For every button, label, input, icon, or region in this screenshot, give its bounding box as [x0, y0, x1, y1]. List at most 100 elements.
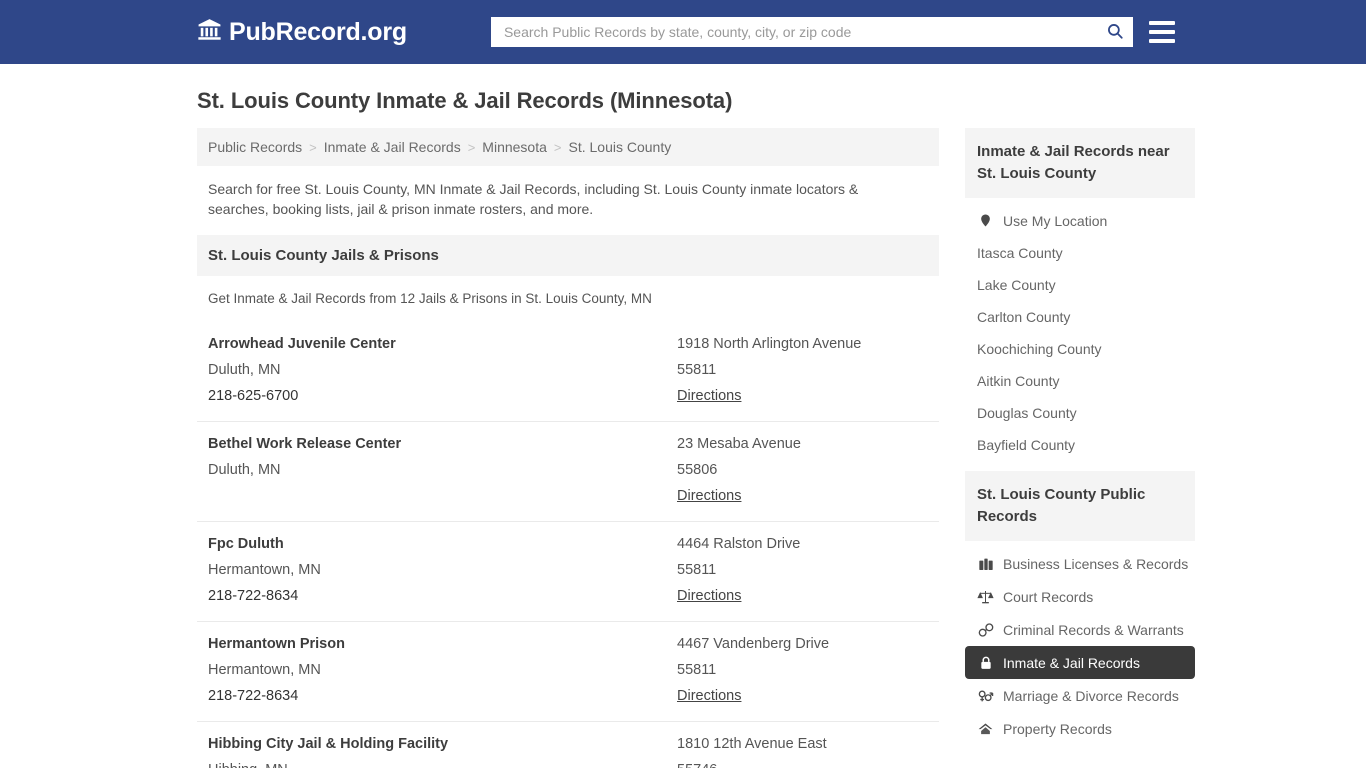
lock-icon [977, 654, 994, 671]
site-logo[interactable]: PubRecord.org [197, 17, 407, 47]
page-container: St. Louis County Inmate & Jail Records (… [0, 64, 1366, 768]
sidebar-item-label: Koochiching County [977, 341, 1102, 357]
facility-row: Bethel Work Release Center Duluth, MN 23 M… [197, 422, 939, 522]
record-category-link[interactable]: Marriage & Divorce Records [965, 679, 1195, 712]
facility-city-state: Hermantown, MN [208, 662, 321, 678]
hamburger-icon[interactable] [1148, 21, 1175, 43]
facility-zip: 55811 [677, 562, 717, 578]
house-icon [977, 720, 994, 737]
nearby-county-list: Use My Location Itasca County Lake County C… [965, 198, 1195, 463]
facility-name[interactable]: Arrowhead Juvenile Center [208, 331, 677, 357]
breadcrumb-separator: > [467, 139, 476, 155]
gender-icon [977, 687, 994, 704]
jails-section-subtitle: Get Inmate & Jail Records from 12 Jails … [208, 291, 652, 306]
search-icon [1106, 22, 1124, 43]
directions-link[interactable]: Directions [677, 383, 741, 409]
hamburger-bar [1148, 39, 1175, 43]
facility-city-state: Hermantown, MN [208, 562, 321, 578]
facility-zip: 55811 [677, 662, 717, 678]
hamburger-bar [1148, 30, 1175, 34]
directions-link[interactable]: Directions [677, 483, 741, 509]
record-category-link[interactable]: Property Records [965, 712, 1195, 745]
breadcrumb-item[interactable]: Minnesota [482, 139, 547, 155]
facility-row: Hermantown Prison Hermantown, MN 218-722-8… [197, 622, 939, 722]
header-search-area [490, 17, 1175, 47]
record-category-link[interactable]: Criminal Records & Warrants [965, 613, 1195, 646]
site-header: PubRecord.org [0, 0, 1366, 64]
nearby-county-link[interactable]: Lake County [965, 269, 1195, 301]
briefcase-icon [977, 555, 994, 572]
facility-info: Arrowhead Juvenile Center Duluth, MN 218-6… [208, 331, 677, 409]
facility-city-state: Duluth, MN [208, 362, 281, 378]
facility-info: Hibbing City Jail & Holding FacilityHibb… [208, 731, 677, 768]
facility-name[interactable]: Hermantown Prison [208, 631, 677, 657]
sidebar-item-label: Itasca County [977, 245, 1063, 261]
nearby-county-link[interactable]: Douglas County [965, 397, 1195, 429]
facility-row: Arrowhead Juvenile Center Duluth, MN 218-6… [197, 322, 939, 422]
scales-icon [977, 588, 994, 605]
record-category-link[interactable]: Business Licenses & Records [965, 547, 1195, 580]
facility-info: Hermantown Prison Hermantown, MN 218-722-8… [208, 631, 677, 709]
sidebar-item-label: Property Records [1003, 720, 1112, 737]
content-columns: Public Records > Inmate & Jail Records > Min… [197, 128, 1195, 768]
facility-address: 23 Mesaba Avenue [677, 436, 801, 452]
sidebar-item-label: Business Licenses & Records [1003, 555, 1189, 572]
main-content: Public Records > Inmate & Jail Records > Min… [197, 128, 939, 768]
facility-address: 4464 Ralston Drive [677, 536, 801, 552]
facility-zip: 55806 [677, 462, 718, 478]
page-intro: Search for free St. Louis County, MN Inm… [208, 181, 859, 217]
sidebar-item-label: Douglas County [977, 405, 1077, 421]
map-pin-icon [977, 212, 994, 229]
record-category-link[interactable]: Court Records [965, 580, 1195, 613]
nearby-panel-title: Inmate & Jail Records near St. Louis Cou… [965, 128, 1195, 198]
directions-link[interactable]: Directions [677, 683, 741, 709]
records-panel-title: St. Louis County Public Records [965, 471, 1195, 541]
breadcrumb-item[interactable]: Inmate & Jail Records [324, 139, 461, 155]
record-category-link[interactable]: Inmate & Jail Records [965, 646, 1195, 679]
nearby-county-link[interactable]: Bayfield County [965, 429, 1195, 461]
use-my-location-link[interactable]: Use My Location [965, 204, 1195, 237]
nearby-county-link[interactable]: Itasca County [965, 237, 1195, 269]
directions-link[interactable]: Directions [677, 583, 741, 609]
sidebar-item-label: Lake County [977, 277, 1056, 293]
nearby-county-link[interactable]: Carlton County [965, 301, 1195, 333]
facility-list: Arrowhead Juvenile Center Duluth, MN 218-6… [197, 322, 939, 768]
breadcrumb-item[interactable]: St. Louis County [568, 139, 671, 155]
facility-address: 1918 North Arlington Avenue [677, 336, 862, 352]
public-records-list: Business Licenses & Records Court Records… [965, 541, 1195, 747]
facility-name[interactable]: Hibbing City Jail & Holding Facility [208, 731, 677, 757]
facility-phone[interactable]: 218-722-8634 [208, 583, 677, 609]
page-title: St. Louis County Inmate & Jail Records (… [197, 88, 733, 113]
facility-name[interactable]: Fpc Duluth [208, 531, 677, 557]
sidebar-item-label: Criminal Records & Warrants [1003, 621, 1184, 638]
nearby-county-link[interactable]: Aitkin County [965, 365, 1195, 397]
search-box[interactable] [490, 17, 1133, 47]
breadcrumb-item[interactable]: Public Records [208, 139, 302, 155]
sidebar-item-label: Carlton County [977, 309, 1071, 325]
sidebar-item-label: Court Records [1003, 588, 1094, 605]
nearby-county-link[interactable]: Koochiching County [965, 333, 1195, 365]
facility-address-block: 4464 Ralston Drive 55811 Directions [677, 531, 928, 609]
facility-info: Fpc Duluth Hermantown, MN 218-722-8634 [208, 531, 677, 609]
breadcrumb: Public Records > Inmate & Jail Records > Min… [197, 128, 939, 166]
facility-zip: 55746 [677, 757, 928, 768]
bank-icon [197, 17, 222, 47]
site-logo-text: PubRecord.org [229, 17, 407, 46]
facility-phone[interactable]: 218-625-6700 [208, 383, 677, 409]
facility-city-state: Hibbing, MN [208, 757, 677, 768]
facility-address: 4467 Vandenberg Drive [677, 636, 830, 652]
facility-name[interactable]: Bethel Work Release Center [208, 431, 677, 457]
sidebar-item-label: Marriage & Divorce Records [1003, 687, 1179, 704]
sidebar-item-label: Inmate & Jail Records [1003, 654, 1140, 671]
facility-address-block: 4467 Vandenberg Drive 55811 Directions [677, 631, 928, 709]
search-input[interactable] [490, 17, 1097, 47]
facility-address: 1810 12th Avenue East [677, 736, 827, 752]
facility-phone[interactable]: 218-722-8634 [208, 683, 677, 709]
breadcrumb-separator: > [553, 139, 562, 155]
facility-address-block: 1918 North Arlington Avenue 55811 Directio… [677, 331, 928, 409]
sidebar: Inmate & Jail Records near St. Louis Cou… [965, 128, 1195, 755]
hamburger-bar [1148, 21, 1175, 25]
public-records-panel: St. Louis County Public Records Business… [965, 471, 1195, 747]
handcuffs-icon [977, 621, 994, 638]
search-button[interactable] [1097, 17, 1133, 47]
